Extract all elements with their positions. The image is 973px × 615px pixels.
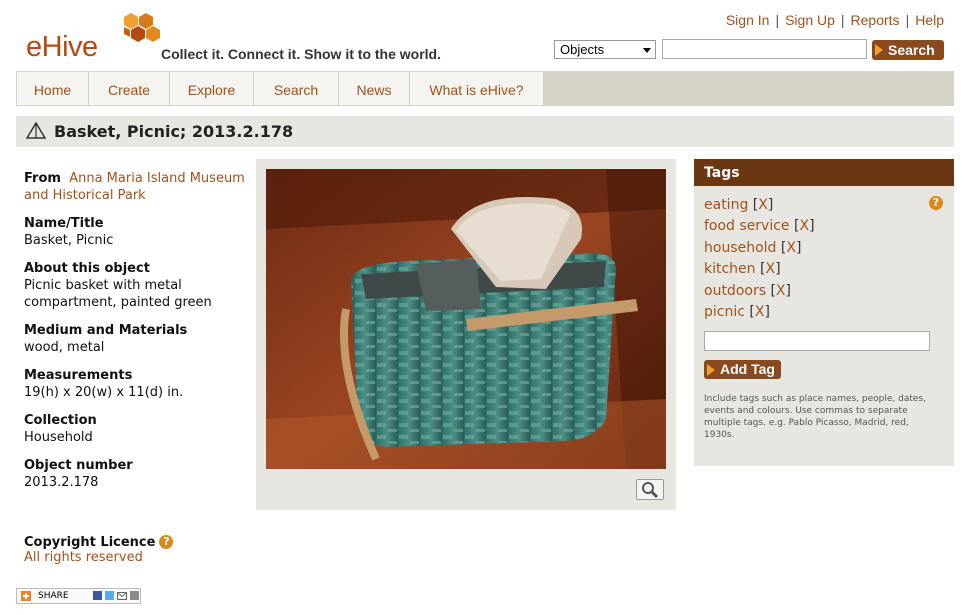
from-label: From bbox=[24, 171, 61, 186]
main-nav: Home Create Explore Search News What is … bbox=[16, 71, 954, 106]
from-field: From Anna Maria Island Museum and Histor… bbox=[24, 170, 249, 204]
tag-item: household [X] bbox=[704, 240, 802, 256]
field-value: Basket, Picnic bbox=[24, 233, 114, 248]
field-label: Name/Title bbox=[24, 216, 104, 231]
tags-heading: Tags bbox=[694, 159, 954, 186]
field-value: Picnic basket with metal compartment, pa… bbox=[24, 278, 212, 310]
tag-link[interactable]: household bbox=[704, 240, 776, 256]
object-photo[interactable] bbox=[266, 169, 666, 469]
tab-what-is-ehive[interactable]: What is eHive? bbox=[410, 72, 544, 105]
add-tag-label: Add Tag bbox=[720, 361, 775, 377]
email-icon bbox=[117, 592, 127, 600]
tag-item: food service [X] bbox=[704, 218, 815, 234]
remove-tag-button[interactable]: X bbox=[786, 240, 796, 256]
help-icon[interactable]: ? bbox=[159, 535, 174, 549]
tab-news[interactable]: News bbox=[339, 72, 410, 105]
copyright-section: Copyright Licence? All rights reserved bbox=[24, 535, 174, 565]
share-button[interactable]: SHARE bbox=[16, 588, 141, 604]
field-label: Medium and Materials bbox=[24, 323, 188, 338]
twitter-icon bbox=[105, 591, 114, 600]
tag-link[interactable]: kitchen bbox=[704, 261, 756, 277]
tagline: Collect it. Connect it. Show it to the w… bbox=[161, 46, 441, 62]
copyright-link[interactable]: All rights reserved bbox=[24, 550, 143, 565]
search-button[interactable]: Search bbox=[872, 40, 944, 60]
tag-item: kitchen [X] bbox=[704, 261, 781, 277]
field-label: Measurements bbox=[24, 368, 133, 383]
detail-field: Name/Title Basket, Picnic bbox=[24, 215, 249, 249]
share-plus-icon bbox=[21, 591, 31, 601]
tab-home[interactable]: Home bbox=[17, 72, 89, 105]
remove-tag-button[interactable]: X bbox=[765, 261, 775, 277]
search-input[interactable] bbox=[662, 39, 867, 59]
field-value: 2013.2.178 bbox=[24, 475, 99, 490]
chevron-down-icon bbox=[643, 48, 651, 53]
share-label: SHARE bbox=[38, 591, 69, 601]
help-link[interactable]: Help bbox=[915, 12, 944, 28]
remove-tag-button[interactable]: X bbox=[755, 304, 765, 320]
tag-item: outdoors [X] bbox=[704, 283, 791, 299]
help-icon[interactable]: ? bbox=[929, 196, 943, 210]
tag-link[interactable]: outdoors bbox=[704, 283, 766, 299]
field-value: 19(h) x 20(w) x 11(d) in. bbox=[24, 385, 184, 400]
tags-panel: Tags ? eating [X] food service [X] house… bbox=[694, 159, 954, 466]
field-value: wood, metal bbox=[24, 340, 105, 355]
facebook-icon bbox=[93, 591, 102, 600]
logo-wordmark: eHive bbox=[26, 31, 98, 63]
zoom-button[interactable] bbox=[636, 479, 664, 500]
pyramid-object-icon bbox=[26, 122, 46, 139]
tab-search[interactable]: Search bbox=[254, 72, 339, 105]
tab-explore[interactable]: Explore bbox=[170, 72, 254, 105]
detail-field: Object number 2013.2.178 bbox=[24, 457, 249, 491]
remove-tag-button[interactable]: X bbox=[776, 283, 786, 299]
tag-item: picnic [X] bbox=[704, 304, 770, 320]
title-bar: Basket, Picnic; 2013.2.178 bbox=[16, 116, 954, 147]
remove-tag-button[interactable]: X bbox=[758, 197, 768, 213]
page-title: Basket, Picnic; 2013.2.178 bbox=[54, 122, 294, 141]
tag-help-text: Include tags such as place names, people… bbox=[704, 394, 926, 440]
object-details: From Anna Maria Island Museum and Histor… bbox=[24, 170, 249, 502]
field-label: Collection bbox=[24, 413, 97, 428]
arrow-right-icon bbox=[707, 363, 715, 376]
field-label: Object number bbox=[24, 458, 133, 473]
copyright-label: Copyright Licence bbox=[24, 535, 156, 550]
more-icon bbox=[130, 591, 139, 600]
reports-link[interactable]: Reports bbox=[851, 12, 900, 28]
tag-link[interactable]: food service bbox=[704, 218, 790, 234]
remove-tag-button[interactable]: X bbox=[799, 218, 809, 234]
sign-in-link[interactable]: Sign In bbox=[726, 12, 770, 28]
search-scope-select[interactable]: Objects bbox=[554, 40, 656, 59]
tag-item: eating [X] bbox=[704, 197, 774, 213]
field-value: Household bbox=[24, 430, 93, 445]
sign-up-link[interactable]: Sign Up bbox=[785, 12, 835, 28]
detail-field: Measurements 19(h) x 20(w) x 11(d) in. bbox=[24, 367, 249, 401]
tag-link[interactable]: eating bbox=[704, 197, 748, 213]
image-panel bbox=[256, 159, 676, 510]
tab-create[interactable]: Create bbox=[89, 72, 170, 105]
tag-input[interactable] bbox=[704, 331, 930, 351]
detail-field: About this object Picnic basket with met… bbox=[24, 260, 249, 311]
top-links: Sign In | Sign Up | Reports | Help bbox=[725, 12, 944, 28]
search-button-label: Search bbox=[888, 42, 935, 58]
detail-field: Medium and Materials wood, metal bbox=[24, 322, 249, 356]
tag-link[interactable]: picnic bbox=[704, 304, 745, 320]
field-label: About this object bbox=[24, 261, 150, 276]
magnifier-icon bbox=[642, 482, 659, 499]
arrow-right-icon bbox=[875, 44, 883, 56]
add-tag-button[interactable]: Add Tag bbox=[704, 360, 781, 379]
detail-field: Collection Household bbox=[24, 412, 249, 446]
ehive-logo[interactable]: eHive bbox=[24, 13, 164, 63]
search-scope-value: Objects bbox=[560, 42, 605, 57]
logo-hexagons-icon bbox=[124, 13, 160, 42]
